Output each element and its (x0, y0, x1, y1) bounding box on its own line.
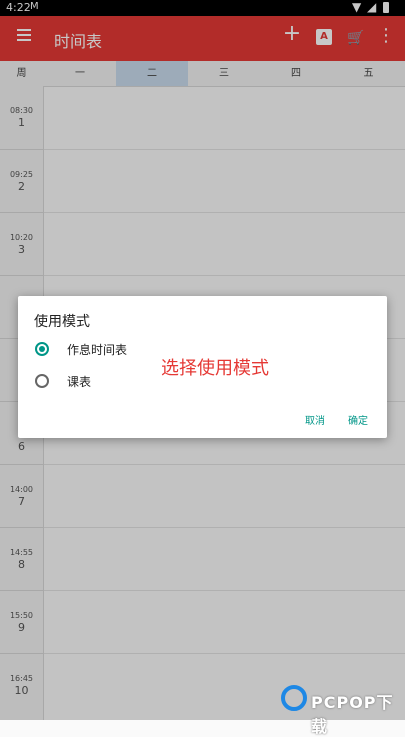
radio-timetable-mode[interactable] (35, 374, 49, 388)
option-label[interactable]: 作息时间表 (67, 341, 127, 358)
cancel-button[interactable]: 取消 (305, 412, 325, 427)
option-label[interactable]: 课表 (67, 373, 91, 390)
watermark-text: PCPOP下载 (311, 693, 394, 736)
radio-schedule-mode[interactable] (35, 342, 49, 356)
mode-dialog: 使用模式 作息时间表 课表 选择使用模式 取消 确定 (18, 296, 387, 438)
watermark-logo-icon (281, 685, 307, 711)
dialog-title: 使用模式 (34, 314, 90, 330)
watermark: PCPOP下载 (281, 683, 405, 736)
annotation-text: 选择使用模式 (161, 358, 269, 379)
confirm-button[interactable]: 确定 (348, 412, 368, 427)
